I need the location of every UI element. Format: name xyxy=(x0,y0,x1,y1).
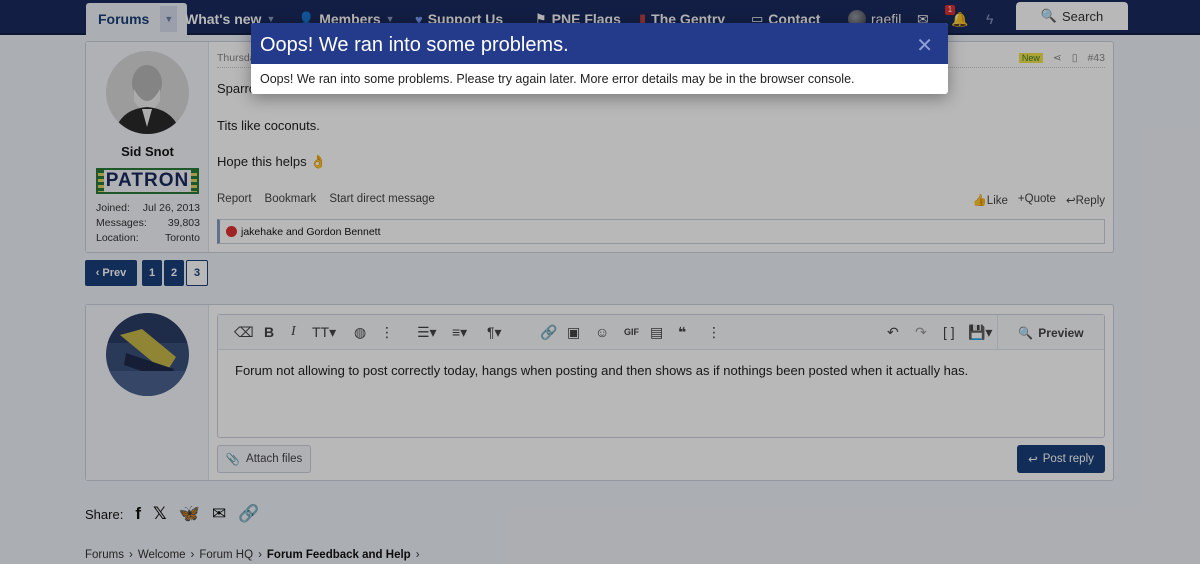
error-modal: Oops! We ran into some problems. ✕ Oops!… xyxy=(251,23,948,94)
modal-title: Oops! We ran into some problems. xyxy=(260,34,569,56)
modal-message: Oops! We ran into some problems. Please … xyxy=(260,72,855,86)
modal-header: Oops! We ran into some problems. ✕ xyxy=(251,23,948,64)
close-icon[interactable]: ✕ xyxy=(916,33,933,58)
